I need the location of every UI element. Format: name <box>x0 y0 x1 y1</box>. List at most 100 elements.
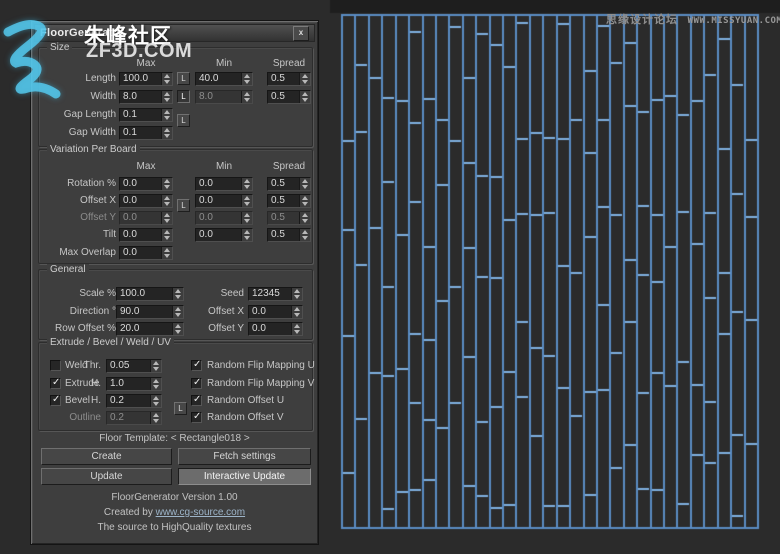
version-text: FloorGenerator Version 1.00 <box>31 492 318 503</box>
spinner-icon[interactable] <box>150 360 161 372</box>
create-button[interactable]: Create <box>41 448 172 465</box>
spinner-icon[interactable] <box>241 195 252 207</box>
random-flip-v-checkbox[interactable] <box>191 378 202 389</box>
zf3d-watermark: ZF3D.COM <box>86 40 192 63</box>
spinner-icon[interactable] <box>161 195 172 207</box>
bevel-outline-lock-button[interactable]: L <box>174 402 187 415</box>
field-value: 1.0 <box>110 378 150 390</box>
length-min-field[interactable]: 40.0 <box>195 72 253 86</box>
spinner-icon[interactable] <box>161 91 172 103</box>
general-offset-x-label: Offset X <box>197 305 244 319</box>
weld-checkbox[interactable] <box>50 360 61 371</box>
spinner-icon[interactable] <box>291 323 302 335</box>
direction-offsetx-row: Direction ° 90.0 Offset X 0.0 <box>41 305 313 320</box>
width-lock-button[interactable]: L <box>177 90 190 103</box>
length-lock-button[interactable]: L <box>177 72 190 85</box>
length-spread-field[interactable]: 0.5 <box>267 72 311 86</box>
length-max-field[interactable]: 100.0 <box>119 72 173 86</box>
rotation-spread-field[interactable]: 0.5 <box>267 177 311 191</box>
interactive-update-button[interactable]: Interactive Update <box>178 468 311 485</box>
spinner-icon[interactable] <box>241 91 252 103</box>
offset-x-spread-field[interactable]: 0.5 <box>267 194 311 208</box>
offset-y-min-field[interactable]: 0.0 <box>195 211 253 225</box>
width-min-field[interactable]: 8.0 <box>195 90 253 104</box>
bevel-checkbox[interactable] <box>50 395 61 406</box>
scale-label: Scale % <box>41 287 116 301</box>
field-value: 100.0 <box>123 73 161 85</box>
gap-length-field[interactable]: 0.1 <box>119 108 173 122</box>
bevel-h-field[interactable]: 0.2 <box>106 394 162 408</box>
random-offset-u-checkbox[interactable] <box>191 395 202 406</box>
field-value: 8.0 <box>123 91 161 103</box>
max-overlap-field[interactable]: 0.0 <box>119 246 173 260</box>
width-max-field[interactable]: 8.0 <box>119 90 173 104</box>
spinner-icon[interactable] <box>150 378 161 390</box>
spinner-icon[interactable] <box>299 178 310 190</box>
extrude-h-field[interactable]: 1.0 <box>106 377 162 391</box>
spinner-icon[interactable] <box>241 212 252 224</box>
outline-field[interactable]: 0.2 <box>106 411 162 425</box>
direction-label: Direction ° <box>41 305 116 319</box>
tilt-row: Tilt 0.0 0.0 0.5 <box>41 228 313 243</box>
gap-width-label: Gap Width <box>41 126 116 140</box>
scale-field[interactable]: 100.0 <box>116 287 184 301</box>
general-offset-y-field[interactable]: 0.0 <box>248 322 303 336</box>
spinner-icon[interactable] <box>161 127 172 139</box>
tilt-spread-field[interactable]: 0.5 <box>267 228 311 242</box>
spinner-icon[interactable] <box>299 73 310 85</box>
spinner-icon[interactable] <box>150 412 161 424</box>
gap-lock-button[interactable]: L <box>177 114 190 127</box>
update-button[interactable]: Update <box>41 468 172 485</box>
direction-field[interactable]: 90.0 <box>116 305 184 319</box>
field-value: 90.0 <box>120 306 172 318</box>
row-offset-field[interactable]: 20.0 <box>116 322 184 336</box>
offset-y-max-field[interactable]: 0.0 <box>119 211 173 225</box>
offset-x-min-field[interactable]: 0.0 <box>195 194 253 208</box>
close-icon[interactable]: x <box>293 26 309 41</box>
rotation-max-field[interactable]: 0.0 <box>119 177 173 191</box>
outline-label: Outline <box>41 411 101 424</box>
spinner-icon[interactable] <box>299 91 310 103</box>
floorgenerator-dialog: FloorGenerator x Size Max Min Spread Len… <box>30 20 319 545</box>
spinner-icon[interactable] <box>161 229 172 241</box>
random-offset-v-checkbox[interactable] <box>191 412 202 423</box>
offset-y-spread-field[interactable]: 0.5 <box>267 211 311 225</box>
spinner-icon[interactable] <box>161 178 172 190</box>
random-flip-u-checkbox[interactable] <box>191 360 202 371</box>
spinner-icon[interactable] <box>241 229 252 241</box>
rowoffset-offsety-row: Row Offset % 20.0 Offset Y 0.0 <box>41 322 313 337</box>
rotation-row: Rotation % 0.0 0.0 0.5 <box>41 177 313 192</box>
spinner-icon[interactable] <box>291 288 302 300</box>
general-offset-x-field[interactable]: 0.0 <box>248 305 303 319</box>
spinner-icon[interactable] <box>172 288 183 300</box>
spinner-icon[interactable] <box>299 195 310 207</box>
spinner-icon[interactable] <box>161 247 172 259</box>
gap-width-field[interactable]: 0.1 <box>119 126 173 140</box>
random-offset-u-label: Random Offset U <box>207 394 284 407</box>
spinner-icon[interactable] <box>241 73 252 85</box>
seed-field[interactable]: 12345 <box>248 287 303 301</box>
spinner-icon[interactable] <box>161 212 172 224</box>
cg-source-link[interactable]: www.cg-source.com <box>156 507 245 518</box>
tilt-max-field[interactable]: 0.0 <box>119 228 173 242</box>
spinner-icon[interactable] <box>172 323 183 335</box>
spinner-icon[interactable] <box>299 212 310 224</box>
fetch-settings-button[interactable]: Fetch settings <box>178 448 311 465</box>
spinner-icon[interactable] <box>172 306 183 318</box>
spinner-icon[interactable] <box>291 306 302 318</box>
spinner-icon[interactable] <box>161 109 172 121</box>
tilt-min-field[interactable]: 0.0 <box>195 228 253 242</box>
spinner-icon[interactable] <box>299 229 310 241</box>
weld-thr-field[interactable]: 0.05 <box>106 359 162 373</box>
field-value: 0.0 <box>252 306 291 318</box>
offset-x-max-field[interactable]: 0.0 <box>119 194 173 208</box>
field-value: 0.05 <box>110 360 150 372</box>
offset-lock-button[interactable]: L <box>177 199 190 212</box>
zf3d-logo-icon <box>0 18 66 106</box>
extrude-checkbox[interactable] <box>50 378 61 389</box>
width-spread-field[interactable]: 0.5 <box>267 90 311 104</box>
spinner-icon[interactable] <box>241 178 252 190</box>
spinner-icon[interactable] <box>150 395 161 407</box>
spinner-icon[interactable] <box>161 73 172 85</box>
rotation-min-field[interactable]: 0.0 <box>195 177 253 191</box>
